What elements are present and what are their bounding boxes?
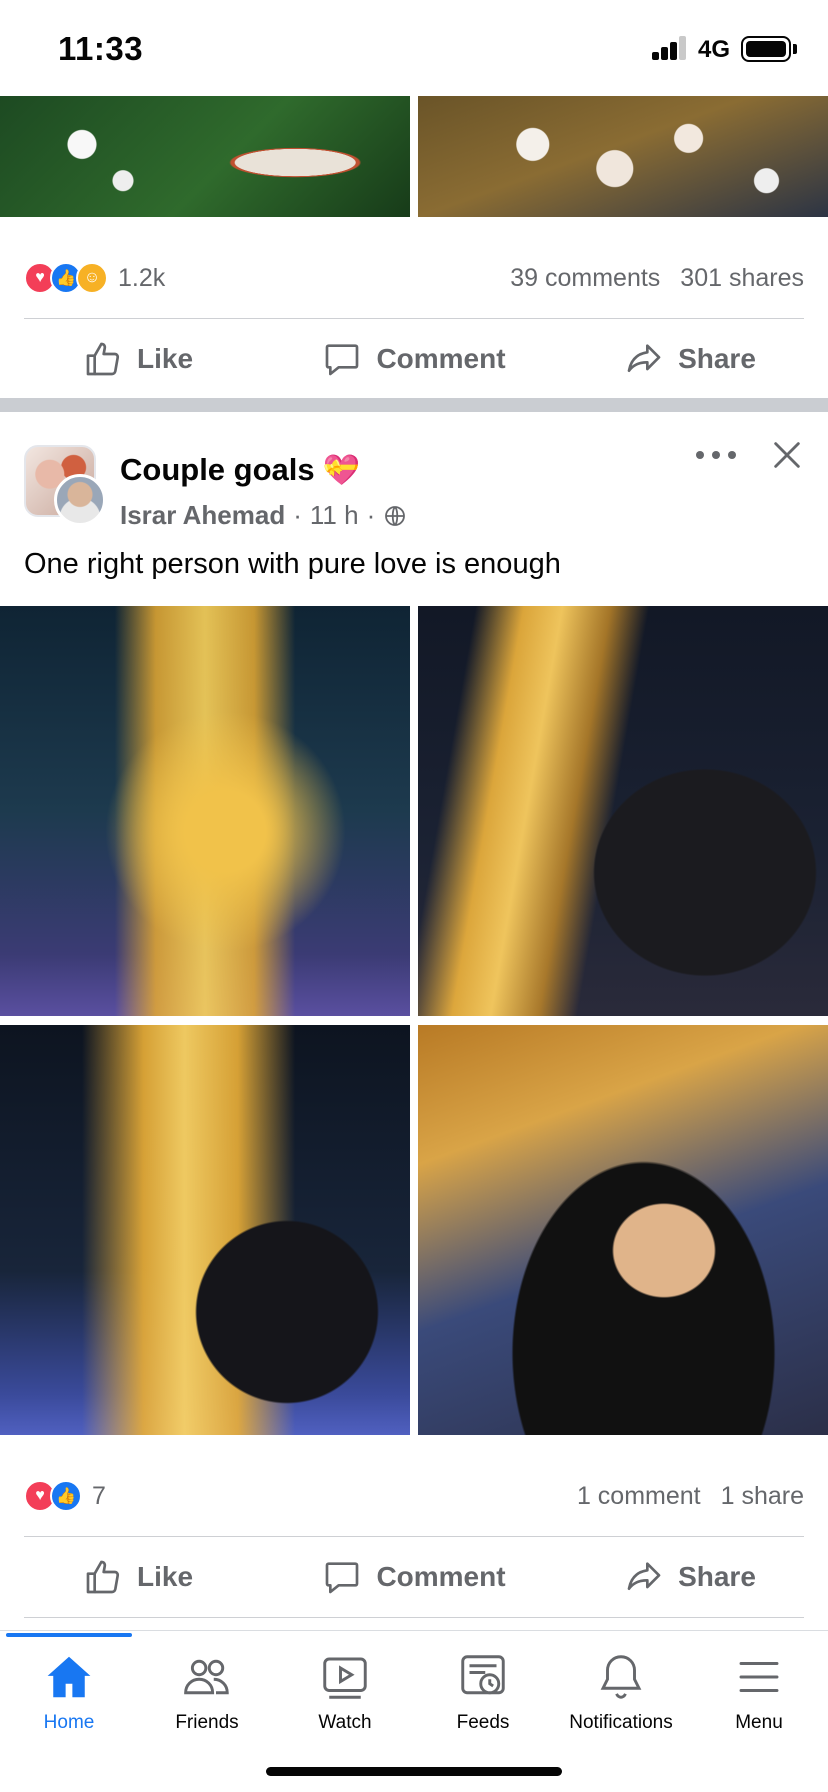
signal-icon — [652, 36, 688, 60]
divider — [24, 318, 804, 319]
tab-feeds[interactable]: Feeds — [414, 1650, 552, 1734]
post-photo[interactable] — [0, 96, 410, 217]
tab-friends[interactable]: Friends — [138, 1650, 276, 1734]
comment-icon — [326, 344, 359, 376]
shares-count[interactable]: 1 share — [721, 1482, 804, 1511]
thumbs-up-icon — [86, 1560, 120, 1594]
network-label: 4G — [698, 36, 731, 63]
share-button[interactable]: Share — [552, 324, 828, 394]
home-indicator — [266, 1767, 562, 1776]
globe-icon — [385, 505, 406, 526]
feeds-icon — [461, 1655, 505, 1695]
share-icon — [627, 1562, 661, 1590]
post-time[interactable]: 11 h — [310, 500, 359, 531]
battery-icon — [741, 36, 791, 62]
reaction-summary[interactable]: ♥ 👍 ☺ 1.2k — [24, 260, 165, 296]
bell-icon — [600, 1655, 642, 1699]
active-tab-indicator — [6, 1633, 132, 1637]
menu-icon — [739, 1662, 779, 1692]
author-name[interactable]: Israr Ahemad — [120, 500, 285, 531]
share-button[interactable]: Share — [552, 1542, 828, 1612]
author-avatar[interactable] — [54, 474, 106, 526]
shares-count[interactable]: 301 shares — [680, 264, 804, 293]
post-actions: Like Comment Share — [0, 1542, 828, 1612]
reaction-summary[interactable]: ♥ 👍 7 — [24, 1478, 106, 1514]
thumbs-up-icon — [86, 342, 120, 376]
like-reaction-icon: 👍 — [50, 1480, 82, 1512]
status-time: 11:33 — [58, 30, 144, 67]
divider — [24, 1617, 804, 1618]
reaction-count: 7 — [92, 1481, 106, 1510]
gift-heart-icon: 💝 — [322, 453, 360, 487]
post-photo[interactable] — [418, 96, 828, 217]
tab-menu[interactable]: Menu — [690, 1650, 828, 1734]
comments-count[interactable]: 1 comment — [577, 1482, 701, 1511]
reaction-count: 1.2k — [118, 263, 166, 292]
close-icon[interactable] — [770, 438, 804, 472]
status-bar: 11:33 4G — [0, 0, 828, 96]
post-text: One right person with pure love is enoug… — [24, 548, 561, 580]
home-icon — [47, 1656, 91, 1698]
friends-icon — [184, 1659, 229, 1695]
post-stats: ♥ 👍 ☺ 1.2k 39 comments 301 shares — [24, 248, 804, 308]
post-photo[interactable] — [0, 606, 410, 1016]
feed-separator — [0, 398, 828, 412]
post-stats: ♥ 👍 7 1 comment 1 share — [24, 1466, 804, 1526]
post-meta: Israr Ahemad · 11 h · — [120, 500, 407, 531]
tab-notifications[interactable]: Notifications — [552, 1650, 690, 1734]
more-options-button[interactable] — [696, 440, 736, 470]
post-photo[interactable] — [418, 606, 828, 1016]
watch-icon — [323, 1657, 367, 1699]
tab-watch[interactable]: Watch — [276, 1650, 414, 1734]
comment-icon — [326, 1562, 359, 1594]
comment-button[interactable]: Comment — [276, 1542, 552, 1612]
tab-home[interactable]: Home — [0, 1650, 138, 1734]
post-photo[interactable] — [418, 1025, 828, 1435]
care-reaction-icon: ☺ — [76, 262, 108, 294]
post-photo[interactable] — [0, 1025, 410, 1435]
post-title[interactable]: Couple goals 💝 — [120, 452, 360, 488]
like-button[interactable]: Like — [0, 1542, 276, 1612]
comments-count[interactable]: 39 comments — [510, 264, 660, 293]
divider — [24, 1536, 804, 1537]
comment-button[interactable]: Comment — [276, 324, 552, 394]
post-actions: Like Comment Share — [0, 324, 828, 394]
like-button[interactable]: Like — [0, 324, 276, 394]
share-icon — [627, 344, 661, 372]
